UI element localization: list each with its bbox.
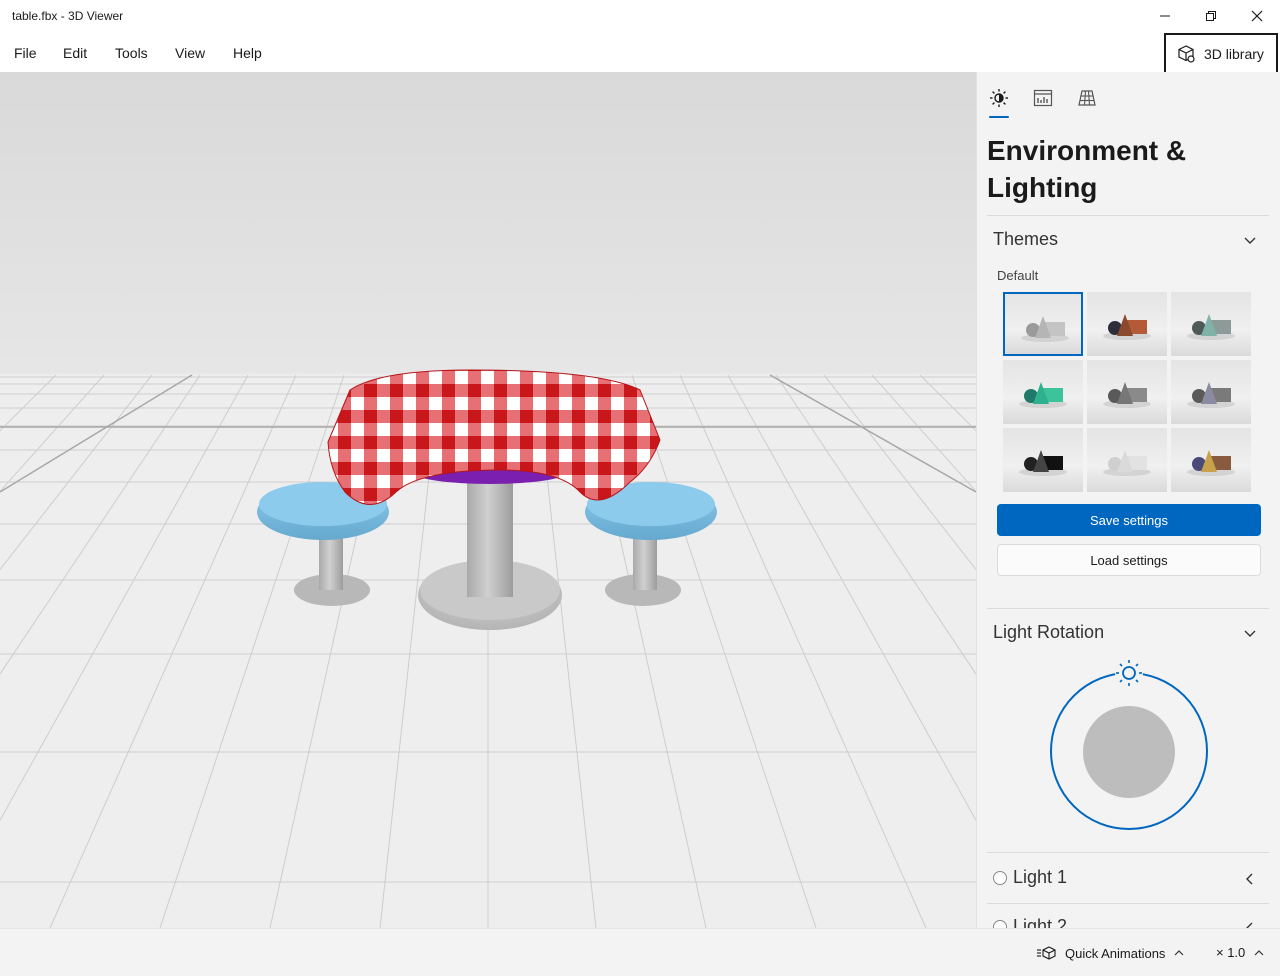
theme-preview-icon — [1187, 450, 1235, 476]
active-tab-indicator — [989, 116, 1009, 118]
divider — [987, 608, 1269, 609]
window-title: table.fbx - 3D Viewer — [12, 9, 124, 23]
3d-viewport[interactable] — [0, 72, 976, 928]
stats-shading-icon — [1033, 89, 1053, 107]
light-2-label: Light 2 — [1013, 916, 1068, 928]
save-settings-button[interactable]: Save settings — [997, 504, 1261, 536]
3d-library-button[interactable]: 3D library — [1164, 33, 1278, 75]
minimize-icon — [1160, 15, 1170, 17]
environment-lighting-icon — [990, 89, 1008, 107]
tab-environment-lighting[interactable] — [987, 86, 1011, 110]
divider — [987, 852, 1269, 853]
light-2-expand-chevron-icon[interactable] — [1243, 921, 1257, 928]
title-bar: table.fbx - 3D Viewer — [0, 0, 1280, 32]
restore-button[interactable] — [1188, 0, 1234, 32]
panel-title: Environment & Lighting — [987, 135, 1187, 203]
chevron-up-icon — [1254, 949, 1264, 955]
menu-view[interactable]: View — [175, 45, 205, 61]
close-icon — [1251, 10, 1263, 22]
animation-speed-label: × 1.0 — [1216, 945, 1246, 960]
light-1-expand-chevron-icon[interactable] — [1243, 872, 1257, 886]
chevron-up-icon — [1175, 950, 1184, 956]
tab-grid-views[interactable] — [1075, 86, 1099, 110]
menu-bar: File Edit Tools View Help — [0, 32, 1280, 72]
theme-swatch[interactable] — [1003, 428, 1083, 492]
light-2-row[interactable]: Light 2 — [993, 916, 1067, 928]
theme-swatch[interactable] — [1087, 360, 1167, 424]
close-button[interactable] — [1234, 0, 1280, 32]
theme-swatch[interactable] — [1003, 292, 1083, 356]
light-1-label: Light 1 — [1013, 867, 1068, 887]
quick-animations-button[interactable]: Quick Animations — [1036, 945, 1185, 961]
minimize-button[interactable] — [1142, 0, 1188, 32]
theme-preview-icon — [1187, 382, 1235, 408]
load-settings-button[interactable]: Load settings — [997, 544, 1261, 576]
theme-swatch[interactable] — [1003, 360, 1083, 424]
light-rotation-dial[interactable] — [1037, 654, 1217, 834]
restore-icon — [1206, 11, 1216, 21]
theme-preview-icon — [1019, 382, 1067, 408]
light-preview-sphere — [1083, 706, 1175, 798]
quick-animations-label: Quick Animations — [1065, 945, 1166, 961]
menu-edit[interactable]: Edit — [63, 45, 87, 61]
menu-tools[interactable]: Tools — [115, 45, 148, 61]
theme-preview-icon — [1103, 314, 1151, 340]
tab-stats-shading[interactable] — [1031, 86, 1055, 110]
3d-library-label: 3D library — [1204, 46, 1264, 62]
light-1-toggle[interactable] — [993, 870, 1007, 885]
light-1-row[interactable]: Light 1 — [993, 867, 1067, 888]
themes-collapse-chevron-icon[interactable] — [1243, 233, 1257, 247]
light-2-toggle[interactable] — [993, 919, 1007, 928]
light-rotation-collapse-chevron-icon[interactable] — [1243, 626, 1257, 640]
sun-handle-icon[interactable] — [1115, 659, 1143, 687]
themes-group-label: Default — [997, 268, 1039, 283]
cube-library-icon — [1178, 45, 1195, 63]
divider — [987, 903, 1269, 904]
theme-preview-icon — [1021, 316, 1069, 342]
theme-preview-icon — [1103, 450, 1151, 476]
theme-swatch[interactable] — [1087, 428, 1167, 492]
status-bar: Quick Animations × 1.0 — [0, 928, 1280, 976]
grid-views-icon — [1078, 90, 1096, 106]
theme-preview-icon — [1187, 314, 1235, 340]
theme-preview-icon — [1103, 382, 1151, 408]
theme-preview-icon — [1019, 450, 1067, 476]
theme-swatch[interactable] — [1171, 428, 1251, 492]
themes-heading: Themes — [993, 229, 1059, 249]
theme-swatch[interactable] — [1171, 292, 1251, 356]
light-rotation-heading: Light Rotation — [993, 622, 1105, 642]
animation-speed-button[interactable]: × 1.0 — [1216, 945, 1265, 960]
animation-cube-icon — [1037, 946, 1056, 960]
menu-help[interactable]: Help — [233, 45, 262, 61]
scene-canvas — [0, 369, 976, 928]
menu-file[interactable]: File — [14, 45, 37, 61]
divider — [987, 215, 1269, 216]
theme-swatch[interactable] — [1171, 360, 1251, 424]
settings-panel: Environment & Lighting Themes Default Sa… — [976, 72, 1280, 928]
theme-swatch[interactable] — [1087, 292, 1167, 356]
